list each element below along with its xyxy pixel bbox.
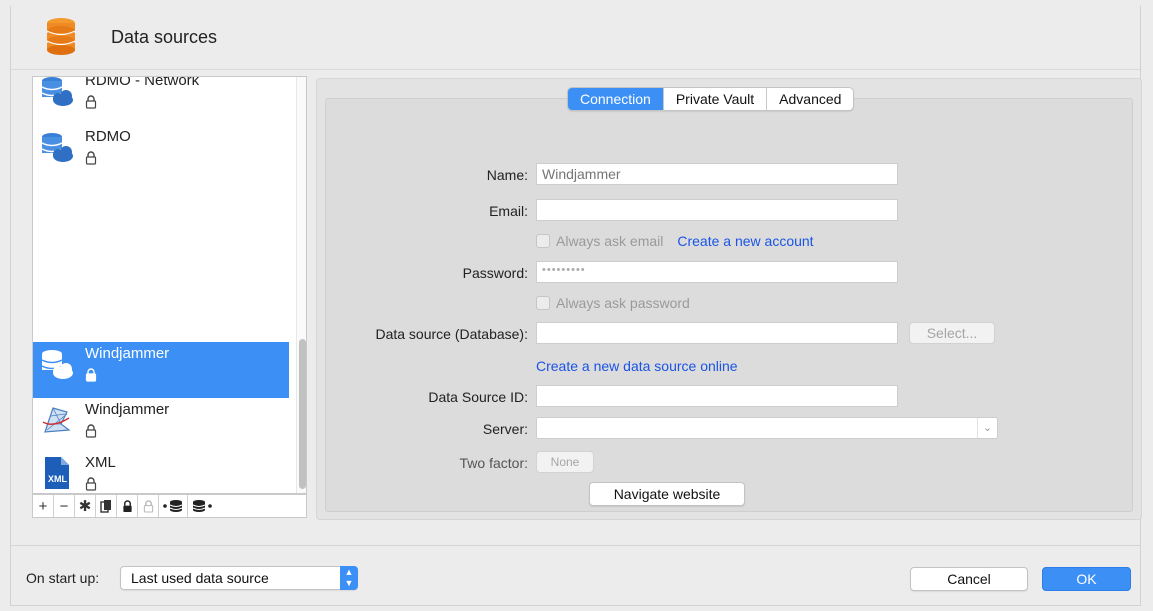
tab-private-vault[interactable]: Private Vault [664,88,768,110]
email-field[interactable] [536,199,898,221]
unlock-icon [143,499,153,513]
ok-button[interactable]: OK [1042,567,1131,591]
list-scrollbar[interactable] [296,77,306,493]
gear-icon: ✱ [78,498,92,515]
import-database-icon [163,500,183,512]
add-data-source-button[interactable]: + [33,495,54,517]
tab-advanced[interactable]: Advanced [767,88,853,110]
up-down-chevron-icon: ▲ ▼ [340,566,358,590]
window-title: Data sources [111,27,218,47]
navigate-website-button[interactable]: Navigate website [589,482,745,506]
startup-select[interactable]: Last used data source ▲ ▼ [120,566,358,590]
list-item-label: Windjammer [85,345,170,362]
cancel-button[interactable]: Cancel [910,567,1028,591]
always-ask-password-checkbox[interactable] [536,296,550,310]
create-account-link[interactable]: Create a new account [677,233,813,249]
always-ask-email-label: Always ask email [556,233,664,249]
always-ask-email-checkbox[interactable] [536,234,550,248]
data-source-field[interactable] [536,322,898,344]
data-sources-window: Data sources RDMO - Network RDMO Windjam… [10,6,1142,606]
lock-icon [85,424,97,438]
server-select[interactable]: ⌄ [536,417,998,439]
connection-tab-content: Name: Email: Always ask email Create a n… [325,98,1133,512]
lock-icon [85,477,97,491]
remove-data-source-button[interactable]: − [54,495,75,517]
lock-icon [122,499,132,512]
name-label: Name: [486,167,528,183]
svg-text:XML: XML [48,474,68,484]
email-label: Email: [489,203,528,219]
data-source-id-label: Data Source ID: [428,389,528,405]
settings-button[interactable]: ✱ [75,495,96,517]
lock-button[interactable] [117,495,138,517]
lock-icon [85,95,97,109]
unlock-icon [85,368,97,382]
list-scrollbar-thumb[interactable] [299,339,306,489]
list-item-xml[interactable]: XML XML [33,451,289,493]
select-button[interactable]: Select... [909,322,995,344]
tab-connection[interactable]: Connection [568,88,664,110]
cloud-database-icon [41,350,73,379]
unlock-button[interactable] [138,495,159,517]
list-item-label: RDMO - Network [85,76,200,89]
lock-icon [85,151,97,165]
list-item-label: XML [85,454,116,471]
list-item-label: Windjammer [85,401,170,418]
list-item-label: RDMO [85,128,131,145]
list-item-windjammer-selected[interactable]: Windjammer [33,342,289,398]
always-ask-password-row: Always ask password [536,295,690,311]
xml-file-icon: XML [45,457,69,489]
startup-select-value: Last used data source [131,570,269,586]
import-button[interactable] [159,495,188,517]
data-source-id-field[interactable] [536,385,898,407]
always-ask-password-label: Always ask password [556,295,690,311]
footer-divider [10,545,1141,546]
list-item-windjammer[interactable]: Windjammer [33,398,289,454]
title-bar: Data sources [11,6,1140,70]
database-stack-icon [46,18,76,55]
export-button[interactable] [188,495,216,517]
always-ask-email-row: Always ask email Create a new account [536,233,814,249]
list-item-rdmo[interactable]: RDMO [33,125,289,181]
list-item-rdmo-network[interactable]: RDMO - Network [33,76,289,125]
tab-bar: Connection Private Vault Advanced [567,87,855,111]
data-source-list[interactable]: RDMO - Network RDMO Windjammer Windjamme… [32,76,307,494]
password-field[interactable]: ••••••••• [536,261,898,283]
data-source-label: Data source (Database): [375,326,528,342]
duplicate-button[interactable] [96,495,117,517]
server-label: Server: [482,421,528,437]
rdmo-cloud-database-icon [41,133,73,162]
list-toolbar: + − ✱ [32,494,307,518]
settings-panel: Name: Email: Always ask email Create a n… [316,78,1142,520]
rdmo-cloud-database-icon [41,77,73,106]
name-field[interactable] [536,163,898,185]
two-factor-label: Two factor: [459,455,528,471]
password-label: Password: [462,265,528,281]
two-factor-button[interactable]: None [536,451,594,473]
startup-label: On start up: [26,570,100,586]
export-database-icon [192,500,212,512]
duplicate-icon [100,500,111,513]
chevron-down-icon: ⌄ [977,418,997,438]
sql-server-icon [42,407,71,433]
create-data-source-link[interactable]: Create a new data source online [536,358,738,374]
